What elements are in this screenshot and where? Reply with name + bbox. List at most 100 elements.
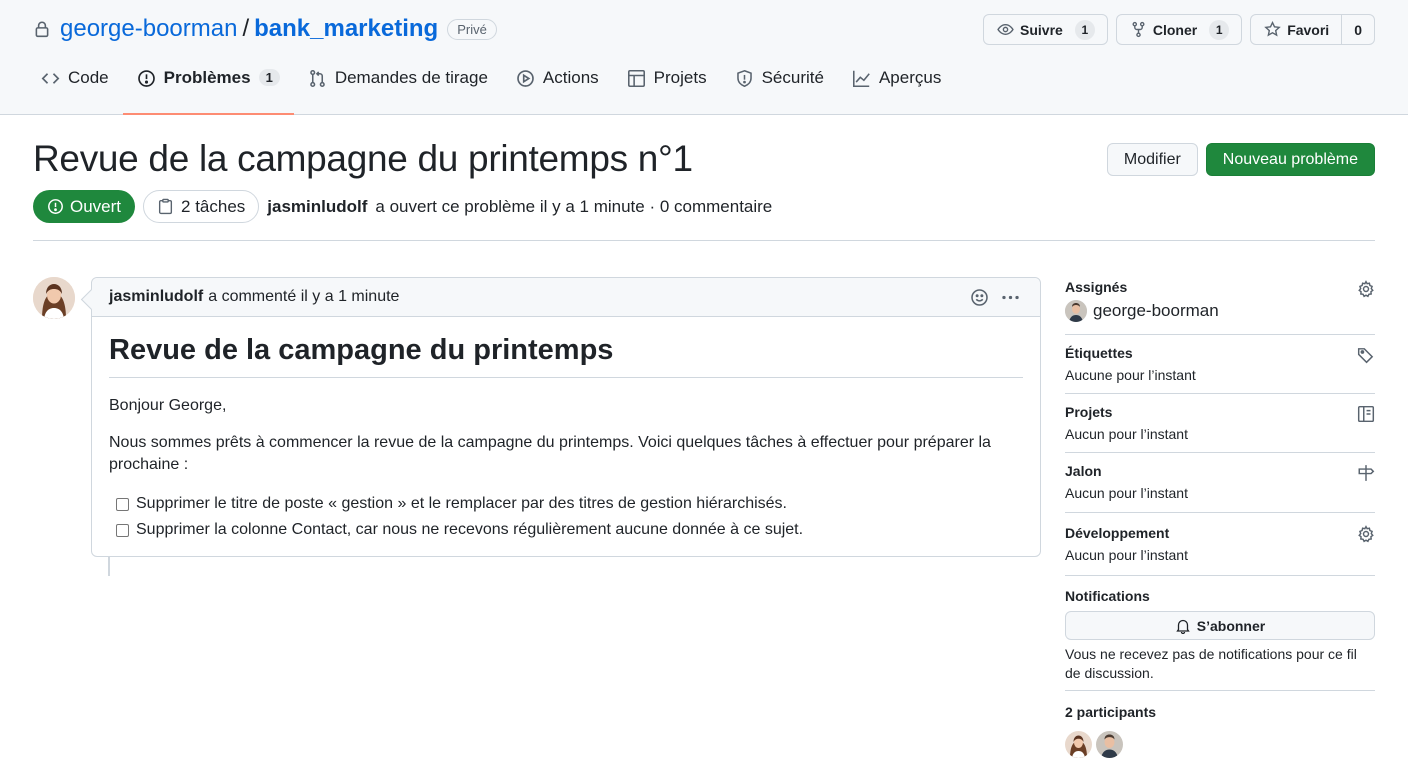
tab-projects[interactable]: Projets <box>613 68 721 115</box>
repo-tabs: Code Problèmes 1 Demandes de tirage Acti… <box>41 68 955 115</box>
subscribe-label: S’abonner <box>1196 617 1266 634</box>
task-text: Supprimer la colonne Contact, car nous n… <box>136 521 804 538</box>
milestone-title: Jalon <box>1065 463 1102 479</box>
subscribe-button[interactable]: S’abonner <box>1065 611 1375 640</box>
development-value: Aucun pour l’instant <box>1065 547 1188 563</box>
comment-body: Revue de la campagne du printemps Bonjou… <box>92 334 1040 543</box>
participants-title: 2 participants <box>1065 704 1157 720</box>
assignees-title: Assignés <box>1065 279 1128 295</box>
issue-state-label: Ouvert <box>70 196 122 216</box>
repo-actions: Suivre 1 Cloner 1 Favori 0 <box>983 14 1375 45</box>
repo-name-link[interactable]: bank_marketing <box>254 15 438 43</box>
issue-sidebar: Assignés george-boorman Étiquettes Aucun… <box>1065 279 1375 758</box>
task-checkbox[interactable] <box>116 497 129 511</box>
tab-security-label: Sécurité <box>761 68 824 87</box>
task-checkbox[interactable] <box>116 523 129 537</box>
comment-actions <box>970 288 1020 307</box>
timeline-line <box>108 557 110 576</box>
lock-icon <box>33 20 51 38</box>
issue-title: Revue de la campagne du printemps n°1 <box>33 138 693 179</box>
task-item: Supprimer le titre de poste « gestion » … <box>116 491 1023 517</box>
star-label: Favori <box>1287 21 1330 38</box>
sidebar-notifications: Notifications S’abonner Vous ne recevez … <box>1065 576 1375 691</box>
task-item: Supprimer la colonne Contact, car nous n… <box>116 517 1023 543</box>
fork-count: 1 <box>1209 19 1230 40</box>
sidebar-development: Développement Aucun pour l’instant <box>1065 513 1375 576</box>
eye-icon <box>997 21 1014 38</box>
tab-code[interactable]: Code <box>41 68 123 115</box>
projects-title: Projets <box>1065 404 1113 420</box>
watch-label: Suivre <box>1020 21 1063 38</box>
issue-comment: jasminludolf a commenté il y a 1 minute … <box>91 277 1041 557</box>
labels-title: Étiquettes <box>1065 345 1133 361</box>
bell-icon <box>1175 618 1191 634</box>
avatar <box>1065 300 1087 322</box>
shield-icon <box>735 68 754 88</box>
watch-count: 1 <box>1074 19 1095 40</box>
star-button[interactable]: Favori 0 <box>1250 14 1375 45</box>
sidebar-milestone: Jalon Aucun pour l’instant <box>1065 453 1375 513</box>
tasklist-icon <box>157 198 174 215</box>
issue-actions: Modifier Nouveau problème <box>1106 143 1375 176</box>
new-issue-button[interactable]: Nouveau problème <box>1205 143 1375 176</box>
gear-icon[interactable] <box>1357 525 1375 543</box>
participants-list <box>1065 731 1375 758</box>
development-title: Développement <box>1065 525 1170 541</box>
issue-icon <box>137 68 156 88</box>
edit-button[interactable]: Modifier <box>1106 143 1198 176</box>
star-count: 0 <box>1341 15 1374 44</box>
assignee-item[interactable]: george-boorman <box>1065 300 1375 322</box>
task-list: Supprimer le titre de poste « gestion » … <box>109 491 1023 543</box>
visibility-badge: Privé <box>447 18 497 40</box>
tasks-badge[interactable]: 2 tâches <box>143 190 260 223</box>
repo-owner-link[interactable]: george-boorman <box>60 15 237 43</box>
tab-insights-label: Aperçus <box>878 68 942 87</box>
avatar[interactable] <box>1096 731 1123 758</box>
issue-state-badge: Ouvert <box>33 190 136 223</box>
watch-button[interactable]: Suivre 1 <box>983 14 1108 45</box>
issue-author-link[interactable]: jasminludolf <box>267 197 367 217</box>
code-icon <box>41 68 60 88</box>
tasks-count: 2 tâches <box>181 196 246 216</box>
header-divider <box>33 240 1375 241</box>
table-icon <box>627 68 646 88</box>
notifications-note: Vous ne recevez pas de notifications pou… <box>1065 646 1357 681</box>
tab-insights[interactable]: Aperçus <box>838 68 955 115</box>
sidebar-projects: Projets Aucun pour l’instant <box>1065 394 1375 453</box>
tag-icon[interactable] <box>1357 346 1375 364</box>
smiley-icon[interactable] <box>970 288 989 307</box>
assignee-name: george-boorman <box>1093 301 1219 320</box>
tab-actions[interactable]: Actions <box>502 68 613 115</box>
notifications-title: Notifications <box>1065 588 1150 604</box>
comment-timestamp: a commenté il y a 1 minute <box>208 288 400 305</box>
task-text: Supprimer le titre de poste « gestion » … <box>136 495 787 512</box>
milestone-value: Aucun pour l’instant <box>1065 485 1188 501</box>
milestone-icon[interactable] <box>1357 464 1375 482</box>
gear-icon[interactable] <box>1357 280 1375 298</box>
fork-icon <box>1130 21 1147 38</box>
issue-meta-text: a ouvert ce problème il y a 1 minute · 0… <box>375 196 773 216</box>
comment-heading: Revue de la campagne du printemps <box>109 334 1023 378</box>
tab-code-label: Code <box>68 68 109 87</box>
sidebar-participants: 2 participants <box>1065 691 1375 758</box>
comment-greeting: Bonjour George, <box>109 397 227 414</box>
avatar[interactable] <box>1065 731 1092 758</box>
tab-security[interactable]: Sécurité <box>721 68 838 115</box>
comment-header: jasminludolf a commenté il y a 1 minute <box>92 278 1040 317</box>
issue-open-icon <box>47 198 64 215</box>
kebab-icon[interactable] <box>1001 288 1020 307</box>
tab-pull-requests-label: Demandes de tirage <box>334 68 488 87</box>
tab-pull-requests[interactable]: Demandes de tirage <box>294 68 502 115</box>
project-icon[interactable] <box>1357 405 1375 423</box>
tab-issues[interactable]: Problèmes 1 <box>122 68 294 115</box>
fork-label: Cloner <box>1152 21 1198 38</box>
fork-button[interactable]: Cloner 1 <box>1115 14 1243 45</box>
repo-title: george-boorman / bank_marketing Privé <box>33 15 497 43</box>
repo-header: george-boorman / bank_marketing Privé Su… <box>0 0 1408 115</box>
repo-separator: / <box>242 15 250 42</box>
sidebar-labels: Étiquettes Aucune pour l’instant <box>1065 335 1375 394</box>
projects-value: Aucun pour l’instant <box>1065 426 1188 442</box>
tab-projects-label: Projets <box>653 68 707 87</box>
avatar[interactable] <box>33 277 75 319</box>
comment-author-link[interactable]: jasminludolf <box>109 288 203 306</box>
